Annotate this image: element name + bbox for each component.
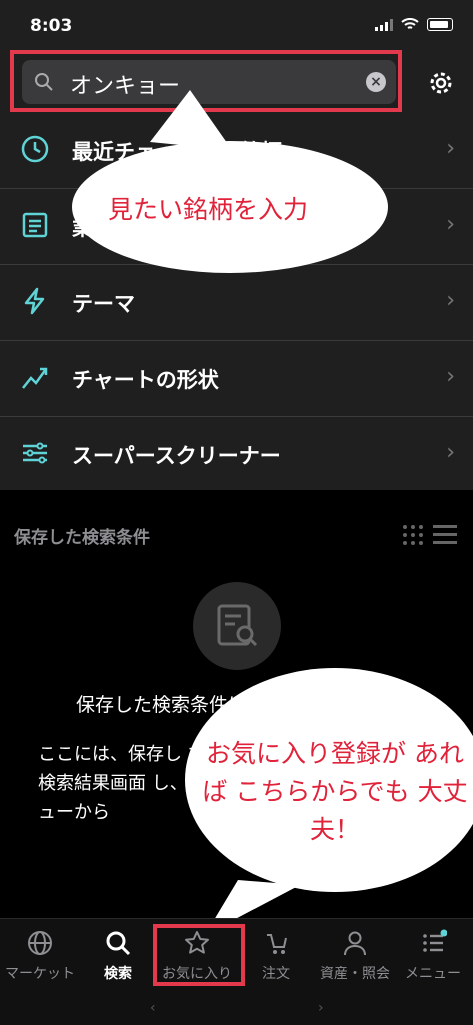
globe-icon bbox=[28, 931, 52, 955]
tab-label: 注文 bbox=[262, 966, 290, 982]
person-icon bbox=[344, 931, 366, 956]
speech-bubble-1 bbox=[72, 90, 388, 273]
tab-menu[interactable]: メニュー bbox=[393, 929, 473, 983]
tab-order[interactable]: 注文 bbox=[236, 929, 316, 983]
annotation-text-2: お気に入り登録が あれば こちらからでも 大丈夫！ bbox=[202, 739, 468, 844]
search-icon bbox=[106, 931, 131, 956]
back-hint-icon: ‹ bbox=[150, 1000, 156, 1016]
cart-icon bbox=[267, 934, 287, 954]
tab-assets[interactable]: 資産・照会 bbox=[315, 929, 395, 983]
forward-hint-icon: › bbox=[318, 1000, 324, 1016]
tab-label: 検索 bbox=[104, 966, 132, 982]
tab-market[interactable]: マーケット bbox=[0, 929, 80, 983]
annotation-frame-favorites bbox=[153, 924, 245, 986]
tab-label: メニュー bbox=[405, 966, 461, 982]
annotation-text-1: 見たい銘柄を入力 bbox=[108, 195, 309, 224]
tab-search[interactable]: 検索 bbox=[78, 929, 158, 983]
annotation-bubbles bbox=[72, 90, 473, 935]
tab-label: マーケット bbox=[5, 966, 75, 982]
tab-label: 資産・照会 bbox=[320, 966, 390, 982]
menu-icon bbox=[423, 929, 447, 952]
